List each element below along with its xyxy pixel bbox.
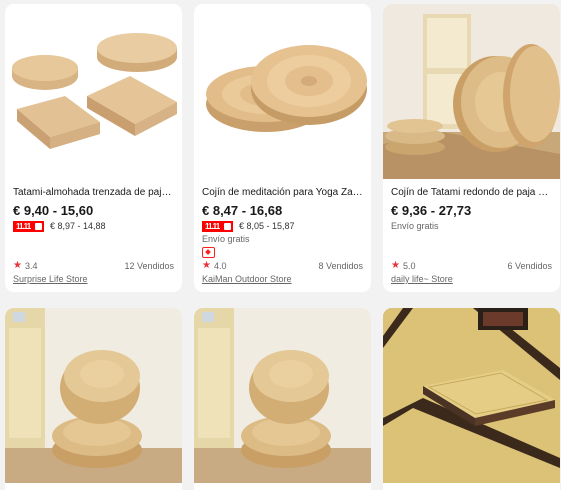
sold-count: 12 Vendidos: [124, 260, 174, 271]
product-card[interactable]: [383, 308, 560, 490]
product-card[interactable]: [194, 308, 371, 490]
rating-value: 5.0: [402, 260, 416, 271]
product-card[interactable]: Cojín de meditación para Yoga Zafu de pa…: [194, 4, 371, 292]
shipping-info: Envío gratis: [391, 221, 439, 231]
rating: ★ 4.0: [202, 260, 226, 271]
sale-badge-icon: 11.11: [202, 220, 233, 232]
product-image[interactable]: [5, 308, 182, 483]
product-price: € 8,47 - 16,68: [202, 203, 283, 218]
rating-value: 3.4: [24, 260, 38, 271]
sale-badge-icon: 11.11: [13, 220, 44, 232]
sold-count: 6 Vendidos: [507, 260, 552, 271]
product-price: € 9,40 - 15,60: [13, 203, 94, 218]
round-tatami-cushions-image: [383, 4, 560, 179]
rating-value: 4.0: [213, 260, 227, 271]
choice-badge-icon: [202, 247, 215, 258]
tatami-mat-image: [383, 308, 560, 483]
product-meta: ★ 4.0 8 Vendidos: [202, 260, 363, 271]
product-card[interactable]: [5, 308, 182, 490]
star-icon: ★: [13, 260, 22, 271]
stacked-straw-poufs-image: [5, 308, 182, 483]
sale-price: € 8,05 - 15,87: [239, 221, 295, 231]
product-image[interactable]: [383, 4, 560, 179]
product-card[interactable]: Cojín de Tatami redondo de paja Natural …: [383, 4, 560, 292]
rating: ★ 5.0: [391, 260, 415, 271]
product-card[interactable]: Tatami-almohada trenzada de paja para as…: [5, 4, 182, 292]
star-icon: ★: [202, 260, 211, 271]
sale-row: 11.11 € 8,05 - 15,87: [202, 220, 363, 232]
stacked-straw-poufs-image: [194, 308, 371, 483]
rating: ★ 3.4: [13, 260, 37, 271]
product-meta: ★ 5.0 6 Vendidos: [391, 260, 552, 271]
straw-cushions-image: [5, 4, 182, 179]
product-meta: ★ 3.4 12 Vendidos: [13, 260, 174, 271]
product-title[interactable]: Cojín de Tatami redondo de paja Natural: [391, 186, 552, 200]
product-image[interactable]: [5, 4, 182, 179]
sale-price: € 8,97 - 14,88: [50, 221, 106, 231]
product-image[interactable]: [194, 308, 371, 483]
product-title[interactable]: Tatami-almohada trenzada de paja para as…: [13, 186, 174, 200]
product-image[interactable]: [194, 4, 371, 179]
store-link[interactable]: Surprise Life Store: [13, 274, 88, 284]
store-link[interactable]: daily life~ Store: [391, 274, 453, 284]
shipping-info: Envío gratis: [202, 234, 250, 244]
store-link[interactable]: KaiMan Outdoor Store: [202, 274, 292, 284]
sold-count: 8 Vendidos: [318, 260, 363, 271]
star-icon: ★: [391, 260, 400, 271]
product-image[interactable]: [383, 308, 560, 483]
sale-row: 11.11 € 8,97 - 14,88: [13, 220, 174, 232]
product-price: € 9,36 - 27,73: [391, 203, 472, 218]
meditation-cushion-image: [194, 4, 371, 179]
product-title[interactable]: Cojín de meditación para Yoga Zafu de pa…: [202, 186, 363, 200]
